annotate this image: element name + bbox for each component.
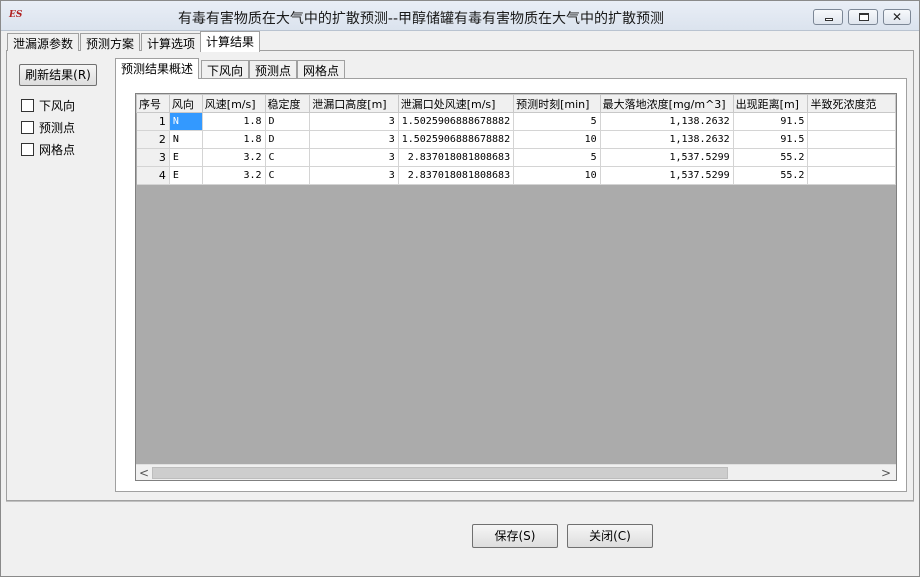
row-number[interactable]: 4 — [136, 166, 170, 185]
row-number[interactable]: 2 — [136, 130, 170, 149]
left-options-panel: 刷新结果(R) 下风向 预测点 网格点 — [15, 59, 113, 489]
checkbox-label: 下风向 — [39, 99, 76, 113]
close-icon: ✕ — [892, 10, 903, 24]
tab-grid-points[interactable]: 网格点 — [297, 60, 346, 78]
table-cell[interactable]: 2.837018081808683 — [398, 148, 515, 167]
results-grid[interactable]: 序号 风向 风速[m/s] 稳定度 泄漏口高度[m] 泄漏口处风速[m/s] 预… — [135, 93, 897, 481]
row-number[interactable]: 3 — [136, 148, 170, 167]
table-cell[interactable]: C — [265, 166, 311, 185]
table-cell[interactable]: 1,537.5299 — [600, 166, 734, 185]
column-header[interactable]: 泄漏口处风速[m/s] — [397, 94, 515, 113]
title-bar[interactable]: ES 有毒有害物质在大气中的扩散预测--甲醇储罐有毒有害物质在大气中的扩散预测 … — [1, 1, 919, 31]
scroll-right-icon[interactable]: > — [881, 465, 891, 481]
table-cell[interactable]: 10 — [513, 166, 601, 185]
table-cell[interactable]: 3 — [309, 166, 399, 185]
table-row[interactable]: 2 N 1.8 D 3 1.5025906888678882 10 1,138.… — [136, 130, 896, 149]
tab-calc-options[interactable]: 计算选项 — [141, 33, 202, 51]
table-cell[interactable]: E — [169, 148, 203, 167]
column-header[interactable]: 出现距离[m] — [732, 94, 809, 113]
table-cell[interactable]: 1.8 — [202, 130, 266, 149]
save-button[interactable]: 保存(S) — [472, 524, 558, 548]
dialog-window: ES 有毒有害物质在大气中的扩散预测--甲醇储罐有毒有害物质在大气中的扩散预测 … — [0, 0, 920, 577]
table-cell[interactable]: 1,138.2632 — [600, 112, 734, 131]
table-cell[interactable]: 1,138.2632 — [600, 130, 734, 149]
tab-calc-results[interactable]: 计算结果 — [200, 31, 261, 52]
table-cell[interactable]: C — [265, 148, 311, 167]
table-cell[interactable]: 1.5025906888678882 — [398, 130, 515, 149]
table-cell[interactable]: 1,537.5299 — [600, 148, 734, 167]
column-header[interactable]: 半致死浓度范 — [807, 94, 896, 113]
horizontal-scrollbar[interactable]: < > — [136, 464, 896, 480]
window-title: 有毒有害物质在大气中的扩散预测--甲醇储罐有毒有害物质在大气中的扩散预测 — [177, 11, 665, 27]
table-cell[interactable]: 3.2 — [202, 166, 266, 185]
refresh-results-button[interactable]: 刷新结果(R) — [19, 64, 97, 86]
table-cell[interactable]: 91.5 — [733, 130, 809, 149]
minimize-button[interactable] — [813, 9, 843, 25]
table-cell[interactable]: 3.2 — [202, 148, 266, 167]
row-number[interactable]: 1 — [136, 112, 170, 131]
table-cell[interactable]: 3 — [309, 130, 399, 149]
close-window-button[interactable]: ✕ — [883, 9, 911, 25]
table-cell[interactable] — [807, 166, 896, 185]
checkbox-grid-point[interactable]: 网格点 — [21, 141, 75, 157]
checkbox-label: 预测点 — [39, 121, 76, 135]
tab-leak-source-params[interactable]: 泄漏源参数 — [7, 33, 80, 51]
table-cell[interactable] — [807, 112, 896, 131]
table-cell[interactable]: 1.8 — [202, 112, 266, 131]
checkbox-label: 网格点 — [39, 143, 76, 157]
table-row[interactable]: 4 E 3.2 C 3 2.837018081808683 10 1,537.5… — [136, 166, 896, 185]
tab-results-summary[interactable]: 预测结果概述 — [115, 58, 200, 79]
tab-prediction-plan[interactable]: 预测方案 — [80, 33, 141, 51]
checkbox-box[interactable] — [21, 99, 34, 112]
table-cell[interactable]: 55.2 — [733, 166, 809, 185]
table-row[interactable]: 1 N 1.8 D 3 1.5025906888678882 5 1,138.2… — [136, 112, 896, 131]
table-cell[interactable]: D — [265, 112, 311, 131]
maximize-icon — [859, 13, 869, 21]
column-header[interactable]: 风速[m/s] — [201, 94, 266, 113]
tab-downwind[interactable]: 下风向 — [201, 60, 250, 78]
table-cell[interactable]: 5 — [513, 112, 601, 131]
table-cell[interactable]: 1.5025906888678882 — [398, 112, 515, 131]
table-header-row: 序号 风向 风速[m/s] 稳定度 泄漏口高度[m] 泄漏口处风速[m/s] 预… — [136, 94, 896, 113]
results-table: 序号 风向 风速[m/s] 稳定度 泄漏口高度[m] 泄漏口处风速[m/s] 预… — [136, 94, 896, 185]
table-cell[interactable] — [807, 148, 896, 167]
minimize-icon — [825, 18, 833, 21]
table-cell[interactable]: 5 — [513, 148, 601, 167]
checkbox-box[interactable] — [21, 121, 34, 134]
table-cell[interactable]: N — [169, 112, 203, 131]
footer-divider — [6, 501, 914, 502]
column-header[interactable]: 稳定度 — [264, 94, 311, 113]
table-cell[interactable]: E — [169, 166, 203, 185]
table-cell[interactable]: D — [265, 130, 311, 149]
checkbox-prediction-point[interactable]: 预测点 — [21, 119, 75, 135]
checkbox-downwind[interactable]: 下风向 — [21, 97, 75, 113]
column-header[interactable]: 最大落地浓度[mg/m^3] — [599, 94, 734, 113]
maximize-button[interactable] — [848, 9, 878, 25]
column-header[interactable]: 预测时刻[min] — [513, 94, 601, 113]
column-header[interactable]: 序号 — [136, 94, 170, 113]
table-cell[interactable]: 3 — [309, 148, 399, 167]
scroll-left-icon[interactable]: < — [139, 465, 149, 481]
table-row[interactable]: 3 E 3.2 C 3 2.837018081808683 5 1,537.52… — [136, 148, 896, 167]
table-cell[interactable]: 55.2 — [733, 148, 809, 167]
table-cell[interactable]: 91.5 — [733, 112, 809, 131]
table-cell[interactable] — [807, 130, 896, 149]
column-header[interactable]: 风向 — [168, 94, 203, 113]
table-cell[interactable]: N — [169, 130, 203, 149]
table-cell[interactable]: 2.837018081808683 — [398, 166, 515, 185]
tab-prediction-points[interactable]: 预测点 — [249, 60, 298, 78]
scrollbar-thumb[interactable] — [152, 467, 728, 479]
table-cell[interactable]: 10 — [513, 130, 601, 149]
column-header[interactable]: 泄漏口高度[m] — [309, 94, 399, 113]
table-cell[interactable]: 3 — [309, 112, 399, 131]
close-button[interactable]: 关闭(C) — [567, 524, 653, 548]
checkbox-box[interactable] — [21, 143, 34, 156]
